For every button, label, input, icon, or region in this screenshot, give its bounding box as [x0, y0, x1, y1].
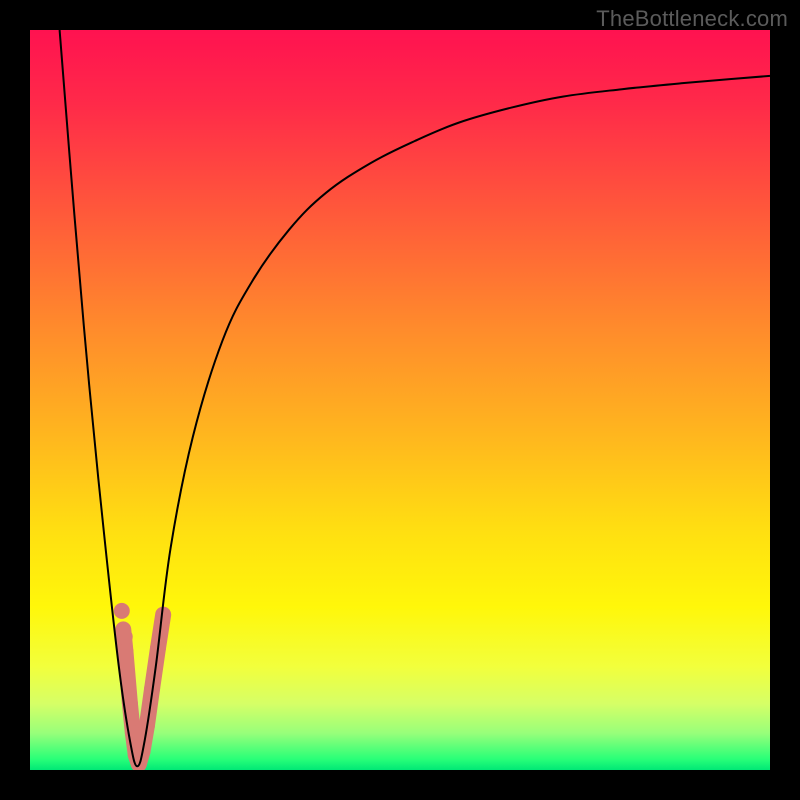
chart-frame: TheBottleneck.com — [0, 0, 800, 800]
watermark-text: TheBottleneck.com — [596, 6, 788, 32]
plot-area — [30, 30, 770, 770]
marker-dot — [117, 629, 133, 645]
bottleneck-curve — [60, 30, 770, 766]
marker-dot — [114, 603, 130, 619]
curve-layer — [30, 30, 770, 770]
